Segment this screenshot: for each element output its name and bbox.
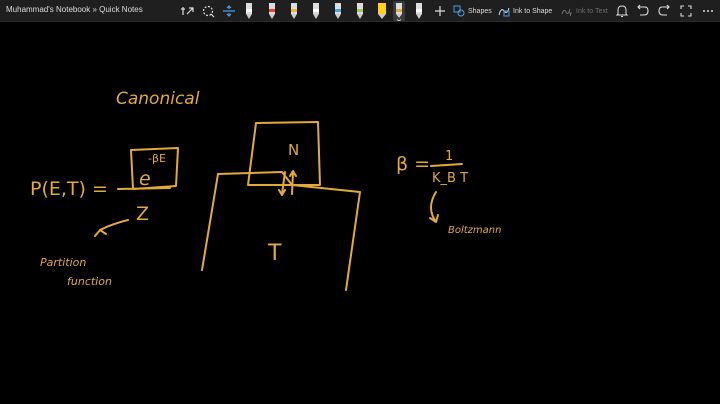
pen-icon[interactable] (310, 1, 322, 21)
exp-power: -βE (148, 152, 166, 165)
pen-icon[interactable] (288, 1, 300, 21)
ink-canvas[interactable]: Canonical P(E,T) = e -βE Z Partition fun… (0, 22, 720, 404)
redo-icon[interactable] (656, 3, 672, 19)
partition-arrow (94, 219, 129, 237)
ink-to-shape-icon (498, 7, 510, 17)
shapes-label: Shapes (468, 7, 492, 15)
shapes-icon (453, 5, 465, 17)
pen-icon[interactable] (266, 1, 278, 21)
fullscreen-icon[interactable] (678, 3, 694, 19)
system-label: N (288, 141, 299, 159)
bell-icon[interactable] (614, 3, 630, 19)
pen-icon[interactable] (332, 1, 344, 21)
partition-note-1: Partition (40, 256, 86, 269)
ribbon-toolbar: Muhammad's Notebook » Quick Notes Shapes… (0, 0, 720, 22)
more-options-icon[interactable] (700, 3, 716, 19)
exp-base: e (139, 168, 151, 190)
add-pen-icon[interactable] (432, 3, 448, 19)
boltzmann-arrow (429, 191, 439, 223)
undo-icon[interactable] (635, 3, 651, 19)
ink-to-text-button[interactable]: Ink to Text (561, 3, 608, 19)
pen-icon[interactable] (413, 1, 425, 21)
ink-to-text-icon (561, 8, 572, 16)
window-title: Muhammad's Notebook » Quick Notes (6, 5, 143, 14)
lasso-select-icon[interactable] (180, 3, 196, 19)
beta-label: β = (396, 153, 430, 175)
ink-to-shape-label: Ink to Shape (513, 7, 553, 15)
partition-note-2: function (67, 275, 112, 288)
ink-to-text-label: Ink to Text (576, 7, 608, 15)
beta-numerator: 1 (445, 149, 453, 164)
heading-canonical: Canonical (116, 89, 200, 109)
sum-label: Z (136, 203, 149, 225)
selected-pen-icon[interactable] (393, 1, 405, 21)
add-space-icon[interactable] (221, 3, 237, 19)
reservoir-left (201, 173, 219, 271)
ink-to-shape-button[interactable]: Ink to Shape (498, 3, 552, 19)
fraction-bar (430, 163, 463, 167)
highlighter-icon[interactable] (376, 1, 388, 21)
reservoir-right (217, 171, 361, 291)
boltzmann-note: Boltzmann (448, 225, 501, 236)
reservoir-label: T (267, 241, 282, 266)
lasso-icon[interactable] (200, 3, 216, 19)
pen-icon[interactable] (243, 1, 255, 21)
pen-icon[interactable] (354, 1, 366, 21)
down-arrow (278, 171, 286, 196)
shapes-button[interactable]: Shapes (453, 3, 492, 19)
beta-denominator: K_B T (432, 171, 468, 186)
equation-lhs: P(E,T) = (30, 178, 108, 200)
